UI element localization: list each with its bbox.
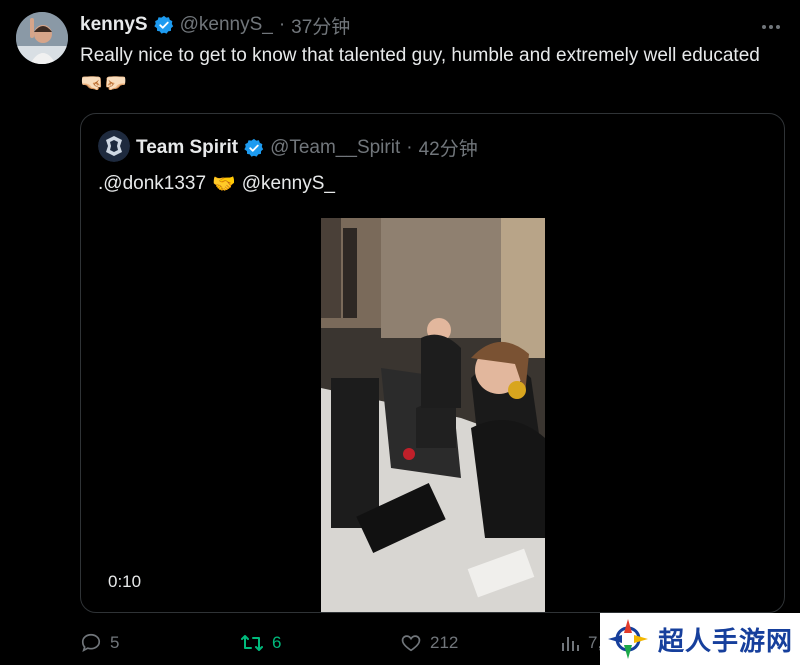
video-duration: 0:10 bbox=[108, 572, 142, 591]
retweet-button[interactable]: 6 bbox=[240, 625, 281, 661]
quoted-tweet-timestamp[interactable]: 42分钟 bbox=[419, 134, 478, 161]
separator-dot: · bbox=[278, 14, 286, 35]
quoted-tweet-card[interactable]: Team Spirit @Team__Spirit · 42分钟 .@donk1… bbox=[80, 113, 785, 613]
more-horizontal-icon[interactable] bbox=[760, 16, 782, 38]
mention-kennys[interactable]: @kennyS_ bbox=[242, 173, 335, 195]
retweet-icon bbox=[241, 635, 263, 651]
like-count: 212 bbox=[430, 633, 459, 652]
mention-donk[interactable]: .@donk1337 bbox=[98, 173, 206, 195]
verified-badge-icon bbox=[244, 138, 264, 158]
video-frame bbox=[321, 218, 545, 612]
author-avatar[interactable] bbox=[16, 12, 68, 64]
heart-icon bbox=[401, 635, 421, 652]
views-button[interactable]: 7, bbox=[560, 625, 602, 661]
team-spirit-logo-icon[interactable] bbox=[98, 130, 130, 162]
site-watermark: 超人手游网 bbox=[600, 613, 800, 665]
quoted-tweet-header: Team Spirit @Team__Spirit · 42分钟 bbox=[136, 134, 478, 161]
handshake-emoji: 🤝 bbox=[212, 174, 236, 195]
quoted-author-handle[interactable]: @Team__Spirit bbox=[270, 137, 400, 159]
tweet-timestamp[interactable]: 37分钟 bbox=[291, 12, 350, 39]
tweet-text: Really nice to get to know that talented… bbox=[80, 45, 760, 94]
author-handle[interactable]: @kennyS_ bbox=[180, 14, 273, 36]
reply-icon bbox=[81, 633, 101, 653]
verified-badge-icon bbox=[153, 15, 174, 35]
quoted-tweet-text: .@donk1337 🤝 @kennyS_ bbox=[98, 172, 335, 196]
quoted-author-name[interactable]: Team Spirit bbox=[136, 137, 238, 159]
video-player[interactable] bbox=[321, 218, 545, 612]
watermark-logo-icon bbox=[608, 619, 648, 659]
tweet-header: kennyS @kennyS_ · 37分钟 bbox=[80, 12, 350, 38]
reply-button[interactable]: 5 bbox=[80, 625, 119, 661]
separator-dot: · bbox=[406, 136, 413, 158]
reply-count: 5 bbox=[110, 633, 120, 652]
bar-chart-icon bbox=[562, 637, 579, 651]
author-name[interactable]: kennyS bbox=[80, 14, 148, 36]
like-button[interactable]: 212 bbox=[400, 625, 458, 661]
retweet-count: 6 bbox=[272, 633, 282, 652]
watermark-text: 超人手游网 bbox=[658, 625, 794, 656]
